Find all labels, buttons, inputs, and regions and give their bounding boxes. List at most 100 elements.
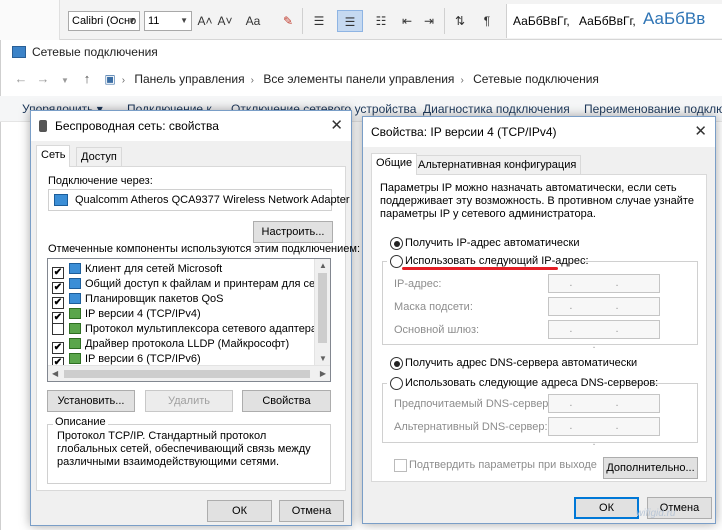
gateway-label: Основной шлюз: bbox=[394, 324, 480, 336]
address-bar[interactable]: ← → ▼ ↑ ▣ › Панель управления › Все элементы … bbox=[10, 68, 722, 90]
chevron-right-icon: › bbox=[121, 75, 126, 86]
scroll-thumb[interactable] bbox=[318, 273, 327, 343]
shrink-font-icon[interactable]: A˅ bbox=[216, 10, 234, 32]
breadcrumb-control-panel[interactable]: Панель управления bbox=[131, 68, 247, 90]
tab-general[interactable]: Общие bbox=[371, 153, 418, 175]
increase-indent-icon[interactable]: ⇥ bbox=[420, 10, 438, 32]
validate-label: Подтвердить параметры при выходе bbox=[409, 459, 597, 471]
divider bbox=[444, 8, 445, 34]
list-item[interactable]: ✔ Клиент для сетей Microsoft bbox=[52, 262, 222, 279]
styles-gallery[interactable]: АаБбВвГг, АаБбВвГг, АаБбВв bbox=[506, 4, 722, 38]
connect-via-label: Подключение через: bbox=[48, 175, 153, 187]
list-item-label: IP версии 4 (TCP/IPv4) bbox=[85, 308, 201, 320]
control-panel-icon: ▣ bbox=[104, 72, 116, 86]
remove-button[interactable]: Удалить bbox=[145, 390, 233, 412]
list-item[interactable]: Протокол мультиплексора сетевого адаптер… bbox=[52, 322, 331, 337]
ipv4-ok-button[interactable]: ОК bbox=[574, 497, 639, 519]
chevron-down-icon: ▼ bbox=[180, 16, 188, 25]
chevron-right-icon: › bbox=[250, 75, 254, 86]
properties-button[interactable]: Свойства bbox=[242, 390, 331, 412]
highlight-underline bbox=[402, 267, 558, 270]
auto-ip-label: Получить IP-адрес автоматически bbox=[405, 237, 580, 249]
scroll-left-icon[interactable]: ◀ bbox=[52, 369, 58, 378]
dialog-title: Беспроводная сеть: свойства bbox=[55, 119, 219, 133]
file-sharing-icon bbox=[69, 278, 81, 289]
decrease-indent-icon[interactable]: ⇤ bbox=[398, 10, 416, 32]
grow-font-icon[interactable]: A˄ bbox=[196, 10, 214, 32]
manual-ip-radio[interactable] bbox=[390, 255, 403, 268]
install-button[interactable]: Установить... bbox=[47, 390, 135, 412]
intro-text: Параметры IP можно назначать автоматичес… bbox=[380, 182, 694, 220]
list-item-label: Общий доступ к файлам и принтерам для се… bbox=[85, 278, 331, 290]
font-name-value: Calibri (Осно bbox=[72, 15, 137, 27]
wireless-icon bbox=[39, 120, 47, 132]
scroll-right-icon[interactable]: ▶ bbox=[320, 369, 326, 378]
numbering-icon[interactable]: ☰ bbox=[337, 10, 363, 32]
scroll-thumb[interactable] bbox=[64, 370, 310, 378]
description-title: Описание bbox=[53, 416, 108, 428]
ipv4-title-bar: Свойства: IP версии 4 (TCP/IPv4) bbox=[363, 117, 715, 147]
checkbox[interactable] bbox=[52, 323, 64, 335]
ip-address-label: IP-адрес: bbox=[394, 278, 442, 290]
adapter-box: Qualcomm Atheros QCA9377 Wireless Networ… bbox=[48, 189, 350, 211]
auto-ip-radio[interactable] bbox=[390, 237, 403, 250]
network-client-icon bbox=[69, 263, 81, 274]
close-icon[interactable]: ✕ bbox=[330, 111, 343, 141]
list-item[interactable]: ✔ Общий доступ к файлам и принтерам для с… bbox=[52, 277, 331, 294]
ip-address-field[interactable]: . . . bbox=[548, 274, 660, 305]
explorer-title: Сетевые подключения bbox=[12, 42, 158, 62]
change-case-icon[interactable]: Aa bbox=[240, 10, 266, 32]
forward-icon[interactable]: → bbox=[32, 68, 54, 90]
sort-icon[interactable]: ⇅ bbox=[450, 10, 470, 32]
font-size-combo[interactable]: 11 ▼ bbox=[144, 11, 192, 31]
bullets-icon[interactable]: ☰ bbox=[306, 10, 332, 32]
multilevel-list-icon[interactable]: ☷ bbox=[368, 10, 394, 32]
ok-button[interactable]: ОК bbox=[207, 500, 272, 522]
subnet-label: Маска подсети: bbox=[394, 301, 473, 313]
tab-network[interactable]: Сеть bbox=[36, 145, 71, 167]
back-icon[interactable]: ← bbox=[10, 68, 32, 90]
style-normal[interactable]: АаБбВвГг, bbox=[513, 14, 570, 28]
configure-button[interactable]: Настроить... bbox=[253, 221, 333, 243]
breadcrumb-all-items[interactable]: Все элементы панели управления bbox=[260, 68, 457, 90]
watermark: wifigid.ru bbox=[636, 508, 676, 519]
tab-sharing[interactable]: Доступ bbox=[76, 147, 122, 167]
components-label: Отмеченные компоненты используются этим … bbox=[48, 243, 361, 255]
close-icon[interactable]: ✕ bbox=[694, 117, 707, 147]
protocol-icon bbox=[69, 323, 81, 334]
alternate-dns-label: Альтернативный DNS-сервер: bbox=[394, 421, 548, 433]
horizontal-scrollbar[interactable]: ◀ ▶ bbox=[48, 365, 330, 381]
font-name-combo[interactable]: Calibri (Осно ▼ bbox=[68, 11, 140, 31]
adapter-icon bbox=[54, 194, 68, 206]
alternate-dns-field[interactable]: . . . bbox=[548, 417, 660, 448]
scroll-down-icon[interactable]: ▼ bbox=[319, 354, 327, 363]
cancel-button[interactable]: Отмена bbox=[279, 500, 344, 522]
protocol-icon bbox=[69, 338, 81, 349]
manual-dns-radio[interactable] bbox=[390, 377, 403, 390]
up-icon[interactable]: ↑ bbox=[76, 68, 98, 90]
style-heading1[interactable]: АаБбВв bbox=[643, 9, 705, 29]
list-item[interactable]: ✔ Драйвер протокола LLDP (Майкрософт) bbox=[52, 337, 290, 354]
style-no-spacing[interactable]: АаБбВвГг, bbox=[579, 14, 636, 28]
preferred-dns-field[interactable]: . . . bbox=[548, 394, 660, 425]
recent-icon[interactable]: ▼ bbox=[54, 70, 76, 92]
pilcrow-icon[interactable]: ¶ bbox=[478, 10, 496, 32]
validate-checkbox[interactable] bbox=[394, 459, 407, 472]
list-item-label: Планировщик пакетов QoS bbox=[85, 293, 224, 305]
clear-format-icon[interactable]: ✎ bbox=[278, 10, 298, 32]
ipv4-dialog-title: Свойства: IP версии 4 (TCP/IPv4) bbox=[371, 125, 557, 139]
vertical-scrollbar[interactable]: ▲ ▼ bbox=[314, 259, 330, 365]
breadcrumb-network-connections[interactable]: Сетевые подключения bbox=[470, 68, 602, 90]
list-item-label: Протокол мультиплексора сетевого адаптер… bbox=[85, 323, 331, 335]
list-item[interactable]: ✔ IP версии 4 (TCP/IPv4) bbox=[52, 307, 201, 324]
scroll-up-icon[interactable]: ▲ bbox=[319, 261, 327, 270]
adapter-name: Qualcomm Atheros QCA9377 Wireless Networ… bbox=[75, 194, 350, 206]
tab-alternate-config[interactable]: Альтернативная конфигурация bbox=[413, 155, 582, 175]
components-list[interactable]: ✔ Клиент для сетей Microsoft ✔ Общий досту… bbox=[47, 258, 331, 382]
subnet-field[interactable]: . . . bbox=[548, 297, 660, 328]
advanced-button[interactable]: Дополнительно... bbox=[603, 457, 698, 479]
list-item[interactable]: ✔ Планировщик пакетов QoS bbox=[52, 292, 224, 309]
list-item-label: Драйвер протокола LLDP (Майкрософт) bbox=[85, 338, 290, 350]
gateway-field[interactable]: . . . bbox=[548, 320, 660, 351]
auto-dns-radio[interactable] bbox=[390, 357, 403, 370]
